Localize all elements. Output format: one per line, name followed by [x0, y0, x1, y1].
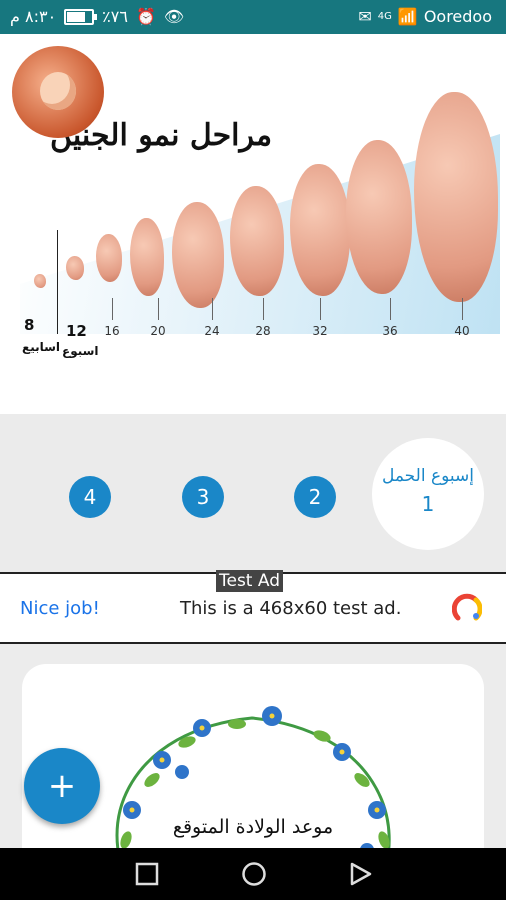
week-tick-label: 20	[150, 324, 166, 338]
status-right: ✉ 4G 📶 Ooredoo	[358, 7, 492, 26]
ad-banner[interactable]: Test Ad Nice job! This is a 468x60 test …	[0, 570, 506, 644]
fetus-week-20	[130, 218, 164, 296]
fetus-week-36	[346, 140, 412, 294]
week-selector: 4 3 2 إسبوع الحمل 1	[0, 414, 506, 572]
signal-icon: 📶	[397, 7, 418, 26]
tick-32	[320, 298, 321, 320]
eye-icon: 👁	[163, 7, 185, 26]
current-week-label: إسبوع الحمل	[381, 466, 474, 486]
status-time: ٨:٣٠ م	[10, 7, 57, 26]
week-12-caption: اسبوع	[62, 344, 99, 358]
week-tick-label: 28	[255, 324, 271, 338]
battery-percent: ٪٧٦	[102, 7, 128, 26]
ad-choices-icon[interactable]	[452, 592, 482, 622]
week-12-label: 12	[66, 322, 87, 340]
tick-28	[263, 298, 264, 320]
current-week-button[interactable]: إسبوع الحمل 1	[372, 438, 484, 550]
week-8-caption: اسابيع	[22, 340, 61, 354]
fetus-week-24	[172, 202, 224, 308]
recents-icon[interactable]	[134, 861, 160, 887]
home-icon[interactable]	[240, 861, 268, 889]
week-tick-label: 16	[104, 324, 120, 338]
fetus-week-12	[66, 256, 84, 280]
week-8-label: 8	[24, 316, 35, 334]
navigation-bar	[0, 848, 506, 900]
carrier-name: Ooredoo	[423, 7, 492, 26]
fetal-development-banner: مراحل نمو الجنين 8 اسابيع 12 اسبوع 16 20…	[0, 34, 506, 414]
status-left: ٨:٣٠ م ٪٧٦ ⏰ 👁	[10, 7, 184, 26]
ad-tag: Test Ad	[216, 570, 284, 592]
week-button-4[interactable]: 4	[69, 476, 111, 518]
week-button-2[interactable]: 2	[294, 476, 336, 518]
status-bar: ٨:٣٠ م ٪٧٦ ⏰ 👁 ✉ 4G 📶 Ooredoo	[0, 0, 506, 34]
battery-fill	[67, 11, 86, 22]
week-tick-label: 32	[312, 324, 328, 338]
alarm-icon: ⏰	[135, 7, 156, 26]
week-tick-label: 24	[204, 324, 220, 338]
ad-headline[interactable]: Nice job!	[20, 598, 100, 619]
week-button-3[interactable]: 3	[182, 476, 224, 518]
current-week-number: 1	[421, 492, 435, 516]
fetus-week-32	[290, 164, 350, 296]
tick-36	[390, 298, 391, 320]
tick-20	[158, 298, 159, 320]
week-tick-label: 40	[454, 324, 470, 338]
fetus-week-16	[96, 234, 122, 282]
tick-24	[212, 298, 213, 320]
due-date-label: موعد الولادة المتوقع	[172, 816, 334, 838]
signal-label: 4G	[377, 11, 392, 22]
mail-icon: ✉	[358, 7, 372, 26]
trimester-divider	[57, 230, 58, 334]
add-button[interactable]: +	[24, 748, 100, 824]
fetus-week-8	[34, 274, 46, 288]
week-tick-label: 36	[382, 324, 398, 338]
app-logo	[12, 46, 104, 138]
fetus-week-28	[230, 186, 284, 296]
tick-16	[112, 298, 113, 320]
tick-40	[462, 298, 463, 320]
battery-icon	[64, 8, 98, 25]
ad-text[interactable]: This is a 468x60 test ad.	[180, 598, 401, 619]
logo-baby-icon	[40, 72, 76, 110]
back-icon[interactable]	[348, 861, 374, 887]
